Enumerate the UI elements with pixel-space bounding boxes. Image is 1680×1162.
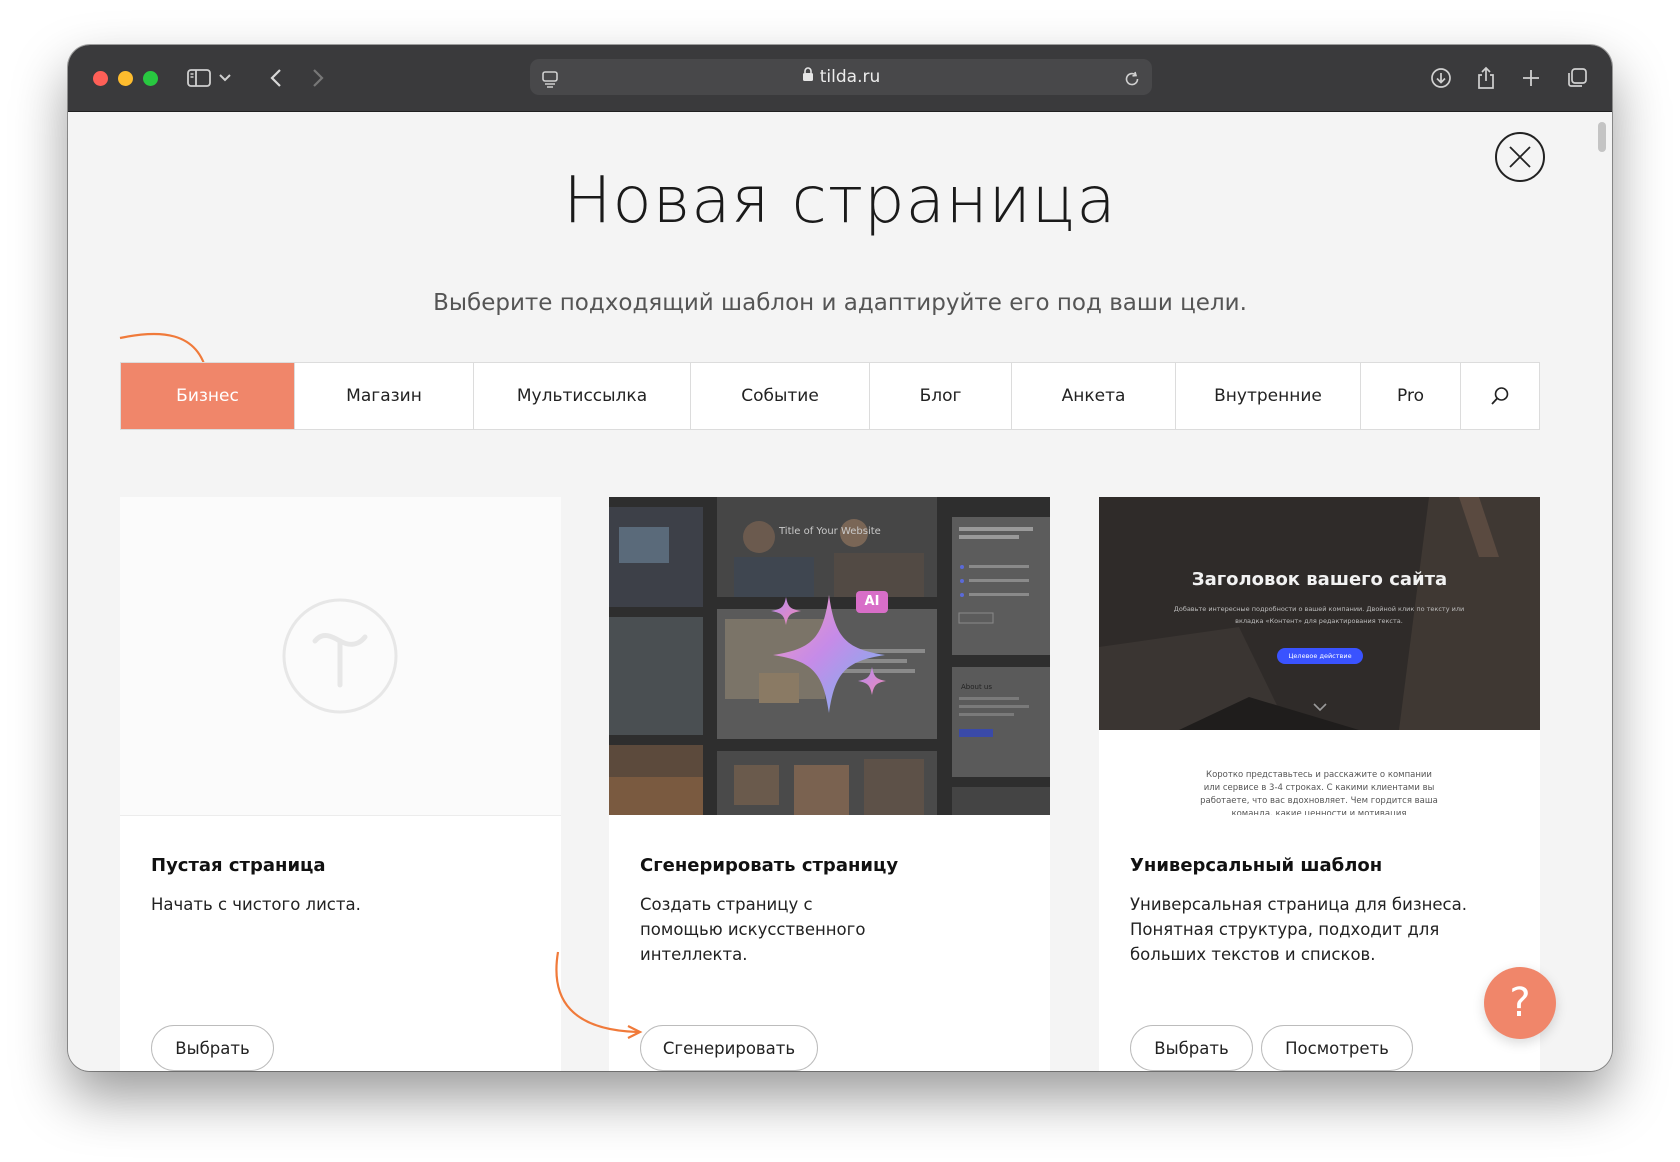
card-description: Универсальная страница для бизнеса. Поня… xyxy=(1130,895,1467,964)
close-window-button[interactable] xyxy=(93,71,108,86)
forward-icon[interactable] xyxy=(308,65,328,91)
preview-button[interactable]: Посмотреть xyxy=(1261,1025,1413,1071)
card-description: Создать страницу с помощью искусственног… xyxy=(640,895,866,964)
tab-search[interactable] xyxy=(1461,363,1539,429)
search-icon xyxy=(1491,387,1509,405)
select-button[interactable]: Выбрать xyxy=(1130,1025,1253,1071)
generate-button[interactable]: Сгенерировать xyxy=(640,1025,818,1071)
tilda-logo-icon xyxy=(282,598,398,714)
tab-overview-icon[interactable] xyxy=(1565,65,1589,91)
page-content: Новая страница Выберите подходящий шабло… xyxy=(68,112,1612,1071)
tab-business[interactable]: Бизнес xyxy=(121,363,295,429)
about-us-text: About us xyxy=(961,683,992,691)
hero-subheading: Добавьте интересные подробности о вашей … xyxy=(1173,605,1465,625)
ai-preview-image: Title of Your Website About us xyxy=(609,497,1050,815)
template-body-text: Коротко представьтесь и расскажите о ком… xyxy=(1200,770,1438,815)
chevron-down-icon xyxy=(1313,703,1327,712)
chevron-down-icon[interactable] xyxy=(218,65,232,91)
sidebar-icon[interactable] xyxy=(186,65,212,91)
card-preview: Title of Your Website About us AI xyxy=(609,497,1050,815)
hero-cta: Целевое действие xyxy=(1277,648,1363,664)
minimize-window-button[interactable] xyxy=(118,71,133,86)
tab-multilink[interactable]: Мультиссылка xyxy=(474,363,691,429)
hero-heading: Заголовок вашего сайта xyxy=(1191,569,1448,590)
category-tabs: Бизнес Магазин Мультиссылка Событие Блог… xyxy=(120,362,1540,430)
new-tab-icon[interactable] xyxy=(1520,65,1542,91)
select-button[interactable]: Выбрать xyxy=(151,1025,274,1071)
tab-internal[interactable]: Внутренние xyxy=(1176,363,1361,429)
share-icon[interactable] xyxy=(1475,65,1497,91)
scrollbar[interactable] xyxy=(1598,122,1606,152)
address-bar[interactable]: tilda.ru xyxy=(530,59,1152,95)
download-icon[interactable] xyxy=(1429,65,1453,91)
card-description: Начать с чистого листа. xyxy=(151,895,361,914)
card-title: Пустая страница xyxy=(151,855,326,876)
browser-window: tilda.ru Новая страница Выберите подходя… xyxy=(68,45,1612,1071)
ai-badge: AI xyxy=(864,594,880,609)
card-preview: Заголовок вашего сайта Добавьте интересн… xyxy=(1099,497,1540,815)
tab-pro[interactable]: Pro xyxy=(1361,363,1461,429)
url-text: tilda.ru xyxy=(819,67,881,87)
tab-form[interactable]: Анкета xyxy=(1012,363,1176,429)
back-icon[interactable] xyxy=(266,65,286,91)
reload-icon[interactable] xyxy=(1122,66,1142,92)
hero-image: Заголовок вашего сайта Добавьте интересн… xyxy=(1099,497,1540,730)
card-title: Универсальный шаблон xyxy=(1130,855,1383,876)
page-title: Новая страница xyxy=(563,164,1117,238)
zoom-window-button[interactable] xyxy=(143,71,158,86)
tab-shop[interactable]: Магазин xyxy=(295,363,474,429)
template-card-universal[interactable]: Заголовок вашего сайта Добавьте интересн… xyxy=(1099,497,1540,1071)
annotation-arrow-icon xyxy=(555,951,643,1039)
template-card-blank[interactable]: Пустая страница Начать с чистого листа. … xyxy=(120,497,561,1071)
tab-blog[interactable]: Блог xyxy=(870,363,1012,429)
template-card-ai-generate[interactable]: Title of Your Website About us AI Сгенер… xyxy=(609,497,1050,1071)
help-button[interactable]: ? xyxy=(1484,967,1556,1039)
lock-icon xyxy=(802,59,814,95)
site-title-text: Title of Your Website xyxy=(778,526,881,537)
page-subtitle: Выберите подходящий шаблон и адаптируйте… xyxy=(433,290,1247,316)
card-title: Сгенерировать страницу xyxy=(640,855,899,876)
tab-event[interactable]: Событие xyxy=(691,363,870,429)
browser-toolbar: tilda.ru xyxy=(68,45,1612,112)
card-preview xyxy=(120,497,561,816)
